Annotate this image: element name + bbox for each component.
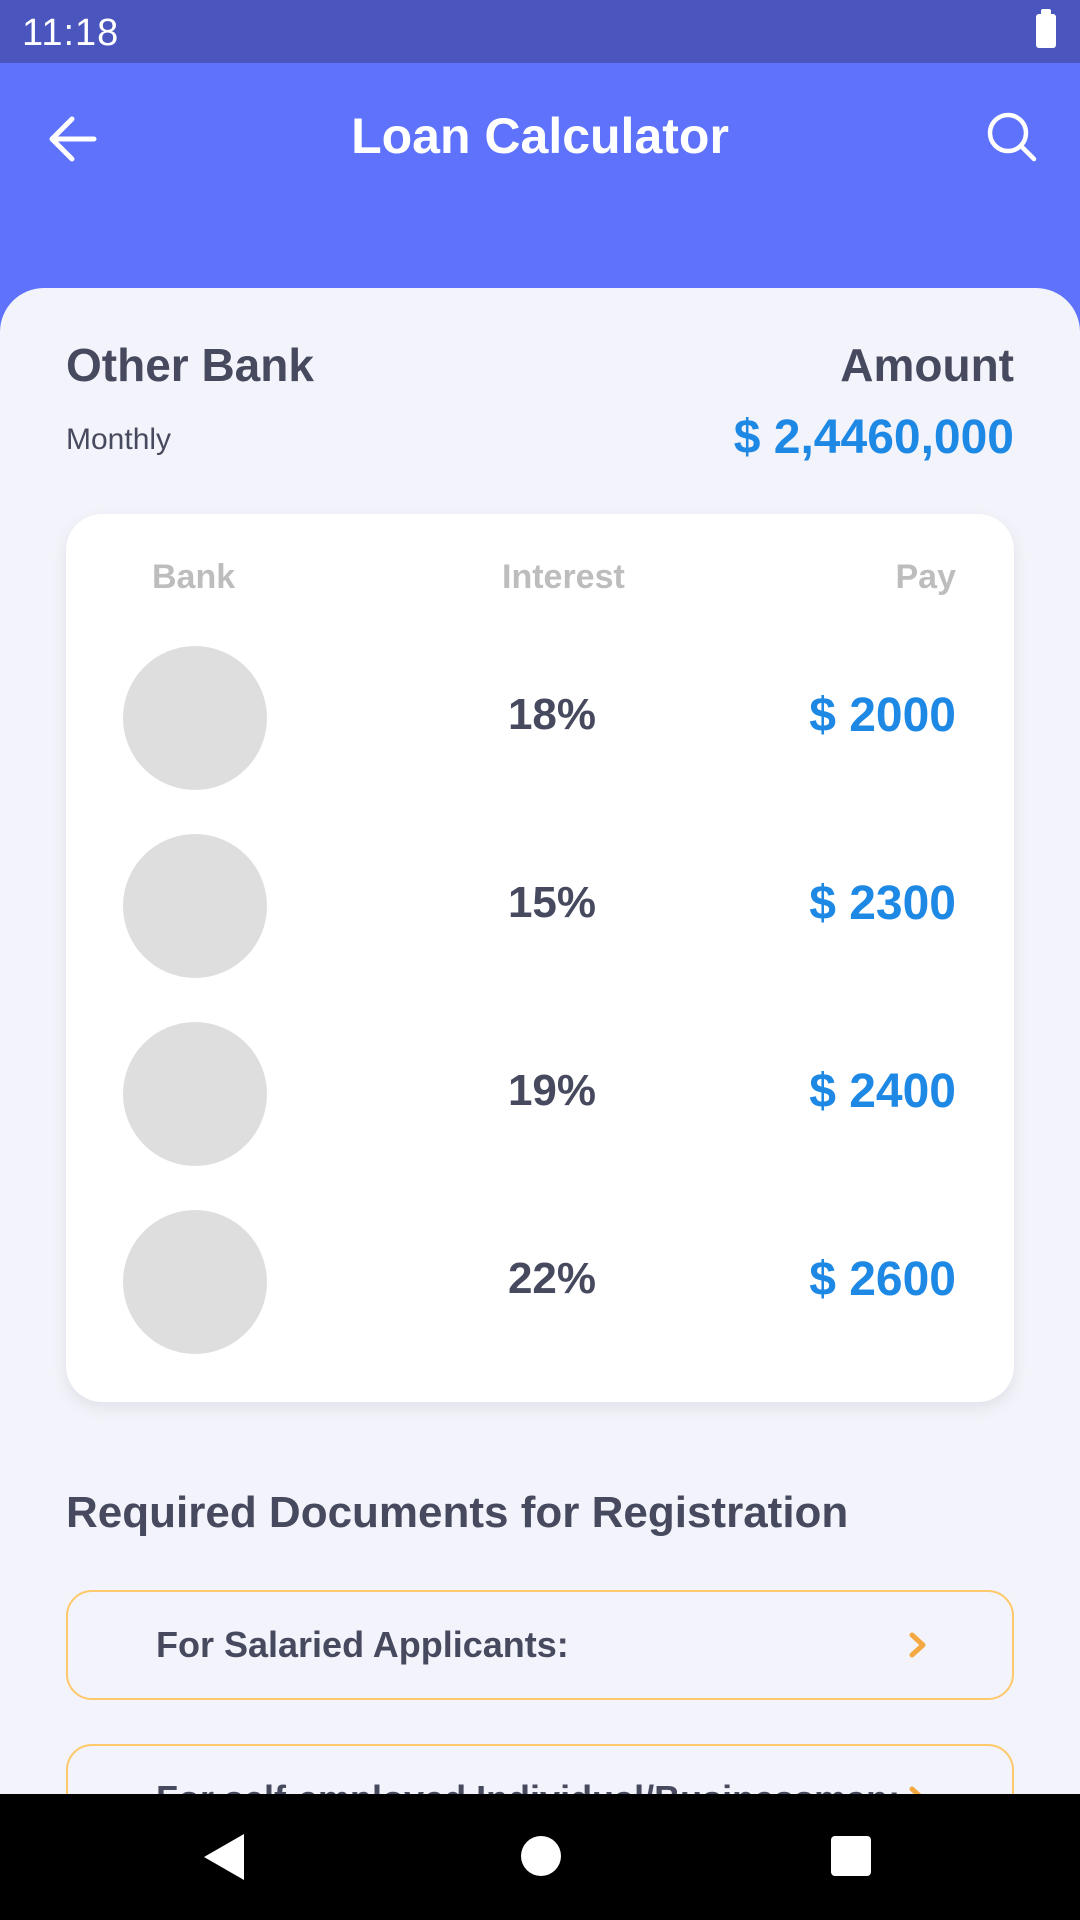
interest-rate: 15% [507,878,597,927]
loan-comparison-card: Bank Interest Pay 18% $ 2000 15% $ 2300 … [66,514,1014,1402]
interest-rate: 22% [507,1254,597,1303]
pay-amount: $ 2000 [809,689,956,742]
interest-rate: 18% [507,690,597,739]
table-row[interactable]: 22% $ 2600 [66,1210,1014,1354]
status-bar: 11:18 [0,0,1080,63]
bank-logo [123,646,267,790]
amount-value: $ 2,4460,000 [733,411,1014,464]
nav-back-icon[interactable] [204,1834,244,1880]
table-row[interactable]: 15% $ 2300 [66,834,1014,978]
bank-logo [123,834,267,978]
table-row[interactable]: 19% $ 2400 [66,1022,1014,1166]
pay-amount: $ 2400 [809,1065,956,1118]
amount-label: Amount [840,339,1014,391]
chevron-right-icon [909,1786,922,1794]
pay-amount: $ 2600 [809,1253,956,1306]
status-time: 11:18 [22,12,120,54]
pay-amount: $ 2300 [809,877,956,930]
doc-item-label: For Salaried Applicants: [156,1624,569,1665]
battery-icon [1036,9,1056,48]
search-button[interactable] [982,107,1042,167]
interest-rate: 19% [507,1066,597,1115]
doc-item-salaried[interactable]: For Salaried Applicants: [66,1590,1014,1700]
search-icon [987,112,1037,162]
content-sheet: Other Bank Amount Monthly $ 2,4460,000 B… [0,288,1080,1794]
page-title: Loan Calculator [351,108,729,164]
header-pay: Pay [895,558,957,596]
doc-item-label: For self-employed Individual/Businessman… [156,1778,900,1794]
bank-name: Other Bank [66,339,314,391]
header-bank: Bank [152,558,236,596]
period-label: Monthly [66,423,172,456]
system-nav-bar [0,1794,1080,1920]
nav-recents-icon[interactable] [831,1836,871,1876]
documents-title: Required Documents for Registration [66,1488,849,1537]
bank-logo [123,1210,267,1354]
doc-item-self-employed[interactable]: For self-employed Individual/Businessman… [66,1744,1014,1794]
header-interest: Interest [502,558,625,596]
chevron-right-icon [909,1632,926,1658]
bank-logo [123,1022,267,1166]
nav-home-icon[interactable] [521,1836,561,1876]
table-row[interactable]: 18% $ 2000 [66,646,1014,790]
